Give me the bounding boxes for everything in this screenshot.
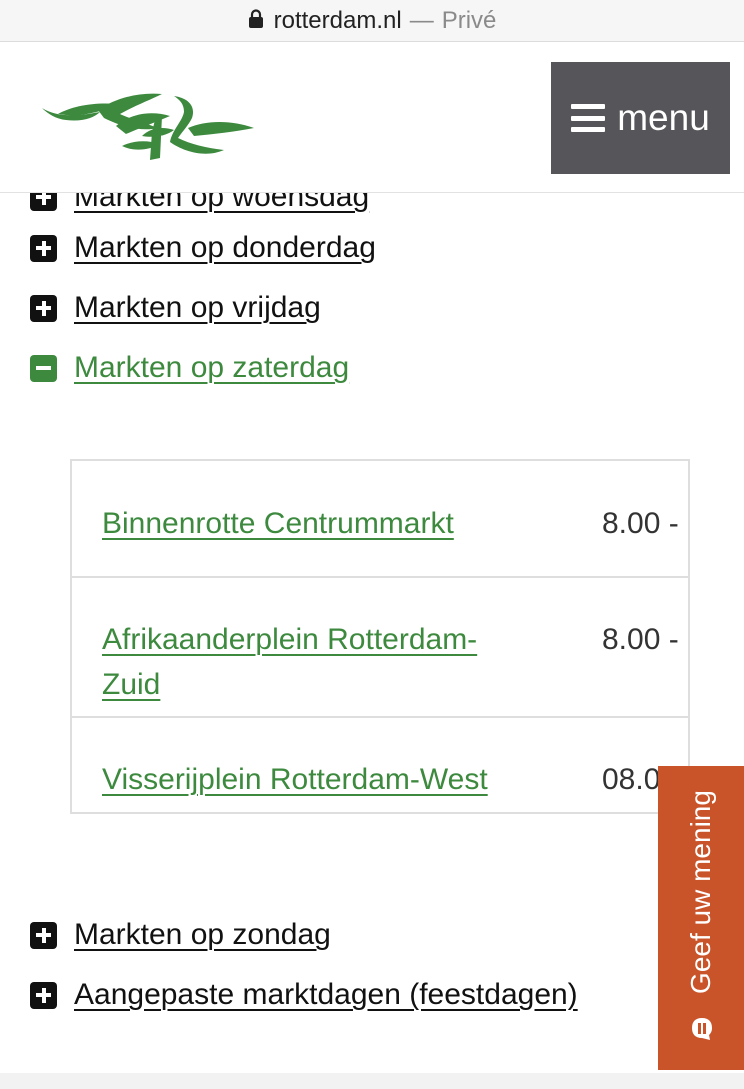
private-mode-label: Privé [441,6,497,34]
url-separator: — [409,6,434,34]
accordion-label: Markten op zaterdag [74,351,350,384]
menu-button-label: menu [617,97,710,138]
market-link[interactable]: Binnenrotte Centrummarkt [102,501,532,546]
feedback-label: Geef uw mening [685,790,716,994]
lock-icon [248,8,263,28]
market-link[interactable]: Afrikaanderplein Rotterdam-Zuid [102,617,532,707]
table-row: Visserijplein Rotterdam-West 08.0 [72,718,688,812]
market-time: 08.0 [602,763,661,796]
market-time: 8.00 - [602,507,679,540]
accordion-label: Markten op donderdag [74,231,376,264]
menu-button[interactable]: menu [551,62,730,174]
table-row: Afrikaanderplein Rotterdam-Zuid 8.00 - [72,578,688,718]
accordion-label: Markten op vrijdag [74,291,321,324]
browser-url-bar[interactable]: rotterdam.nl — Privé [0,0,744,42]
table-row: Binnenrotte Centrummarkt 8.00 - [72,461,688,578]
page-content: Markten op woensdag Markten op donderdag… [0,193,744,1089]
hamburger-icon [571,104,606,132]
saturday-markets-table: Binnenrotte Centrummarkt 8.00 - Afrikaan… [70,459,690,814]
browser-bottom-edge [0,1073,744,1089]
rotterdam-logo[interactable] [38,92,258,164]
accordion-item-vrijdag[interactable]: Markten op vrijdag [30,291,321,325]
plus-icon [30,294,57,322]
accordion-label: Aangepaste marktdagen (feestdagen) [74,978,578,1011]
speech-bubble-icon [692,1018,712,1040]
accordion-item-zondag[interactable]: Markten op zondag [30,918,331,952]
accordion-item-donderdag[interactable]: Markten op donderdag [30,231,376,265]
minus-icon [30,354,57,382]
plus-icon [30,981,57,1009]
accordion-item-woensdag[interactable]: Markten op woensdag [30,193,369,214]
plus-icon [30,234,57,262]
accordion-label: Markten op woensdag [74,193,370,213]
accordion-item-zaterdag[interactable]: Markten op zaterdag [30,351,349,385]
site-header: menu [0,42,744,193]
market-time: 8.00 - [602,623,679,656]
plus-icon [30,193,57,211]
accordion-label: Markten op zondag [74,918,331,951]
accordion-item-feestdagen[interactable]: Aangepaste marktdagen (feestdagen) [30,978,578,1012]
market-link[interactable]: Visserijplein Rotterdam-West [102,757,582,802]
feedback-tab[interactable]: Geef uw mening [658,766,744,1070]
url-domain: rotterdam.nl [273,6,402,34]
plus-icon [30,921,57,949]
